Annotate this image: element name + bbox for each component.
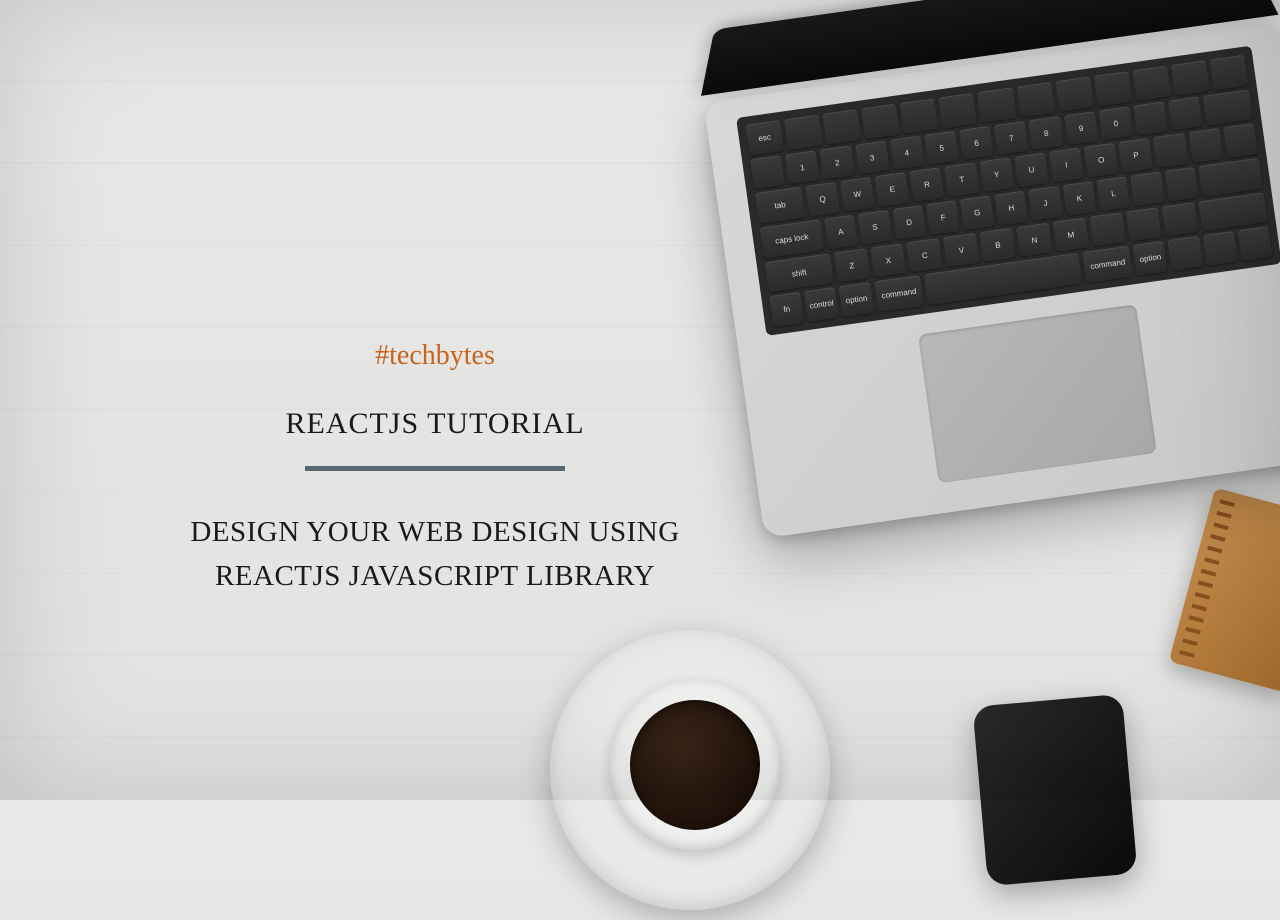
subtitle-text: DESIGN YOUR WEB DESIGN USING REACTJS JAV… [125, 511, 745, 598]
coffee-liquid [630, 700, 760, 830]
laptop-trackpad [918, 304, 1157, 483]
laptop-body: esc 1234567890 tabQWERTYUIOP caps lockAS… [704, 22, 1280, 538]
main-title: REACTJS TUTORIAL [125, 407, 745, 441]
hashtag-label: #techbytes [125, 340, 745, 372]
text-content-block: #techbytes REACTJS TUTORIAL DESIGN YOUR … [125, 340, 745, 598]
coffee-cup-illustration [540, 620, 840, 920]
phone-illustration [972, 694, 1137, 886]
laptop-keyboard: esc 1234567890 tabQWERTYUIOP caps lockAS… [736, 46, 1280, 336]
coffee-cup [610, 680, 780, 850]
title-divider [305, 466, 565, 471]
